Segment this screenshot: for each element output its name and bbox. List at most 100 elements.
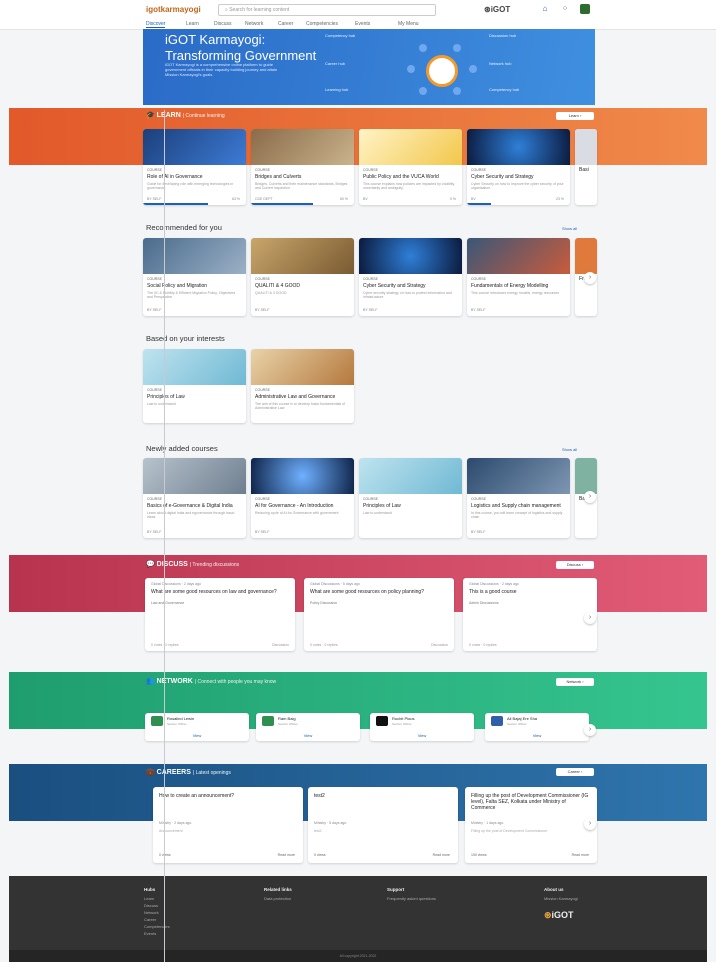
network-button[interactable]: Network ›: [556, 678, 594, 686]
footer-link[interactable]: Network: [144, 910, 159, 915]
replies[interactable]: 0 replies: [324, 643, 337, 647]
view-profile-link[interactable]: View: [370, 733, 474, 738]
recommended-show-all[interactable]: Show all: [562, 226, 577, 231]
person-card[interactable]: Ram Baig Section Officer View: [256, 713, 360, 741]
course-card[interactable]: COURSE Bridges and Culverts Bridges, Cul…: [251, 129, 354, 205]
footer-link[interactable]: Learn: [144, 896, 154, 901]
course-card[interactable]: COURSE AI for Governance - An Introducti…: [251, 458, 354, 538]
discussion-card[interactable]: Global Discussions · 2 days ago What are…: [145, 578, 295, 651]
upvotes[interactable]: 0 votes: [469, 643, 480, 647]
discussion-card[interactable]: Global Discussions · 2 days ago This is …: [463, 578, 597, 651]
footer-brand: ⊛iGOT: [544, 910, 574, 920]
discussion-card[interactable]: Global Discussions · 5 days ago What are…: [304, 578, 454, 651]
hero-banner[interactable]: iGOT Karmayogi: Transforming Government i…: [143, 29, 595, 105]
course-meta: BY SELF: [471, 308, 486, 312]
course-progress-label: 23 %: [556, 197, 564, 201]
course-title: Principles of Law: [147, 394, 185, 400]
newly-added-show-all[interactable]: Show all: [562, 447, 577, 452]
footer-link[interactable]: Competencies: [144, 924, 170, 929]
carousel-next-button[interactable]: ›: [584, 491, 596, 503]
course-card[interactable]: COURSE QUALITI & 4 GOOD QUALITI & 4 GOOD…: [251, 238, 354, 316]
person-card[interactable]: Rosalind Lewin Section Officer View: [145, 713, 249, 741]
discussion-type: Discussion: [272, 643, 289, 647]
course-thumbnail: [359, 458, 462, 494]
discussion-category: Policy Discussion: [310, 601, 338, 605]
hero-title: iGOT Karmayogi: Transforming Government: [165, 32, 316, 64]
avatar[interactable]: [580, 4, 590, 14]
discuss-button[interactable]: Discuss ›: [556, 561, 594, 569]
course-tag: COURSE: [255, 388, 270, 392]
upvotes[interactable]: 0 votes: [310, 643, 321, 647]
course-title: Basics of e-Governance & Digital India: [147, 503, 233, 509]
person-card[interactable]: Ruchit Pious Section Officer View: [370, 713, 474, 741]
course-card[interactable]: COURSE Principles of Law Law to understa…: [143, 349, 246, 423]
replies[interactable]: 0 replies: [483, 643, 496, 647]
replies[interactable]: 0 replies: [165, 643, 178, 647]
course-title: Fundamentals of Energy Modelling: [471, 283, 549, 289]
footer-link[interactable]: Events: [144, 931, 156, 936]
read-more-link[interactable]: Read more: [433, 853, 450, 857]
read-more-link[interactable]: Read more: [572, 853, 589, 857]
course-card[interactable]: COURSE Cyber Security and Strategy Cyber…: [467, 129, 570, 205]
course-tag: COURSE: [363, 277, 378, 281]
igot-brand[interactable]: ⊛iGOT: [484, 5, 510, 14]
course-card[interactable]: COURSE Fundamentals of Energy Modelling …: [467, 238, 570, 316]
footer-link[interactable]: Career: [144, 917, 156, 922]
nav-learn[interactable]: Learn: [186, 21, 199, 27]
course-tag: COURSE: [147, 388, 162, 392]
footer-link[interactable]: Discuss: [144, 903, 158, 908]
home-icon[interactable]: ⌂: [540, 4, 550, 14]
course-title: Public Policy and the VUCA World: [363, 174, 439, 180]
career-card[interactable]: Filling up the post of Development Commi…: [465, 787, 597, 863]
upvotes[interactable]: 0 votes: [151, 643, 162, 647]
learn-button[interactable]: Learn ›: [556, 112, 594, 120]
brand-logo[interactable]: igotkarmayogi: [146, 5, 201, 14]
carousel-next-button[interactable]: ›: [584, 612, 596, 624]
search-input[interactable]: ⌕ Search for learning content: [218, 4, 436, 16]
view-profile-link[interactable]: View: [145, 733, 249, 738]
view-profile-link[interactable]: View: [485, 733, 589, 738]
course-card[interactable]: Basi: [575, 129, 597, 205]
avatar: [376, 716, 388, 726]
footer-link[interactable]: Mission Karmayogi: [544, 896, 578, 901]
course-card[interactable]: COURSE Basics of e-Governance & Digital …: [143, 458, 246, 538]
course-title: Social Policy and Migration: [147, 283, 208, 289]
course-meta: BV: [471, 197, 476, 201]
career-card[interactable]: How to create an announcement? Ministry …: [153, 787, 303, 863]
course-thumbnail: [143, 349, 246, 385]
nav-competencies[interactable]: Competencies: [306, 21, 338, 27]
view-profile-link[interactable]: View: [256, 733, 360, 738]
carousel-next-button[interactable]: ›: [584, 818, 596, 830]
course-card[interactable]: COURSE Public Policy and the VUCA World …: [359, 129, 462, 205]
footer-link[interactable]: Data protection: [264, 896, 291, 901]
course-card[interactable]: COURSE Principles of Law Law to understa…: [359, 458, 462, 538]
course-card[interactable]: COURSE Role of AI in Governance Guide fo…: [143, 129, 246, 205]
hub-node-icon: [419, 44, 427, 52]
read-more-link[interactable]: Read more: [278, 853, 295, 857]
nav-discuss[interactable]: Discuss: [214, 21, 232, 27]
course-card[interactable]: COURSE Social Policy and Migration The I…: [143, 238, 246, 316]
chevron-right-icon: ›: [588, 726, 592, 733]
nav-career[interactable]: Career: [278, 21, 293, 27]
carousel-next-button[interactable]: ›: [584, 272, 596, 284]
course-title: Bridges and Culverts: [255, 174, 302, 180]
nav-my-menu[interactable]: My Menu: [398, 21, 419, 27]
course-card[interactable]: COURSE Logistics and Supply chain manage…: [467, 458, 570, 538]
carousel-next-button[interactable]: ›: [584, 724, 596, 736]
nav-network[interactable]: Network: [245, 21, 263, 27]
course-desc: Cyber security strategy on how to protec…: [363, 291, 452, 299]
course-thumbnail: [251, 458, 354, 494]
course-tag: COURSE: [255, 277, 270, 281]
course-card[interactable]: COURSE Cyber Security and Strategy Cyber…: [359, 238, 462, 316]
footer-link[interactable]: Frequently asked questions: [387, 896, 436, 901]
discussion-category: Law and Governance: [151, 601, 185, 605]
nav-events[interactable]: Events: [355, 21, 370, 27]
learn-heading: 🎓 LEARN | Continue learning: [146, 112, 225, 119]
careers-button[interactable]: Career ›: [556, 768, 594, 776]
career-card[interactable]: test2 Ministry · 5 days ago test2 0 view…: [308, 787, 458, 863]
person-card[interactable]: Ali Bajaj Ere Sha Section Officer View: [485, 713, 589, 741]
nav-discover[interactable]: Discover: [146, 21, 166, 28]
course-card[interactable]: COURSE Administrative Law and Governance…: [251, 349, 354, 423]
course-thumbnail: [467, 238, 570, 274]
grid-icon[interactable]: ⁘: [560, 4, 570, 14]
